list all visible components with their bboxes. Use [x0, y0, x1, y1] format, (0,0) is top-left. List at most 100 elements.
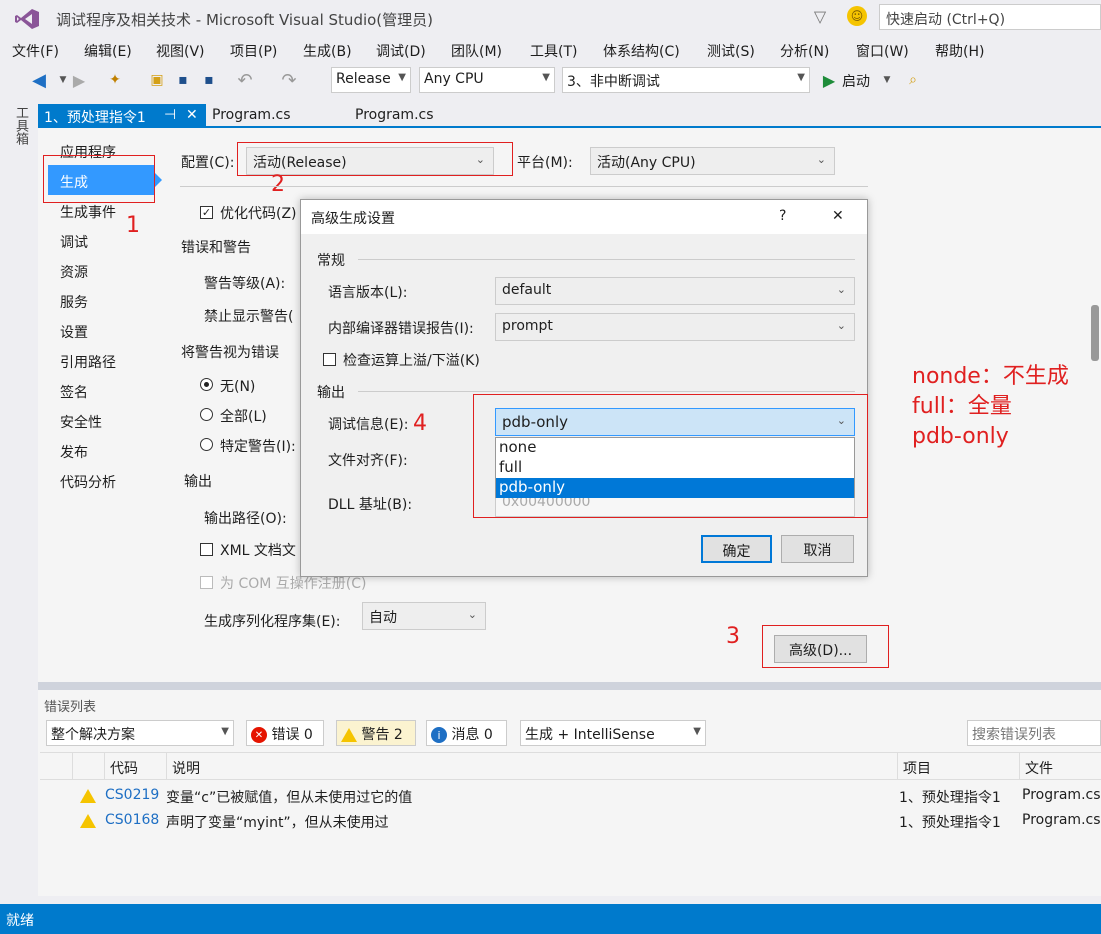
- row-project: 1、预处理指令1: [899, 790, 1001, 806]
- column-separator: [1019, 753, 1020, 779]
- status-text: 就绪: [6, 913, 34, 929]
- row-code-link[interactable]: CS0168: [105, 812, 159, 828]
- advanced-build-settings-dialog: [300, 199, 868, 577]
- dialog-help-button[interactable]: ?: [779, 208, 786, 224]
- treat-warnings-section-title: 将警告视为错误: [181, 345, 279, 361]
- save-all-icon[interactable]: ▪: [198, 69, 220, 91]
- error-scope-select[interactable]: 整个解决方案 ▼: [46, 720, 234, 746]
- tab-program-cs-1[interactable]: Program.cs: [212, 107, 291, 123]
- start-dropdown-icon[interactable]: ▼: [876, 69, 898, 91]
- tab-program-cs-2[interactable]: Program.cs: [355, 107, 434, 123]
- column-header-file[interactable]: 文件: [1025, 758, 1053, 778]
- close-icon[interactable]: ✕: [186, 107, 198, 123]
- solution-config-select[interactable]: Release ▼: [331, 67, 411, 93]
- save-icon[interactable]: ▪: [172, 69, 194, 91]
- menu-view[interactable]: 视图(V): [156, 41, 205, 61]
- quick-launch-input[interactable]: 快速启动 (Ctrl+Q): [879, 4, 1101, 30]
- column-header-description[interactable]: 说明: [172, 758, 200, 778]
- error-source-select[interactable]: 生成 + IntelliSense ▼: [520, 720, 706, 746]
- warnings-filter-button[interactable]: 警告 2: [336, 720, 416, 746]
- error-search-input[interactable]: 搜索错误列表: [967, 720, 1101, 746]
- menu-edit[interactable]: 编辑(E): [84, 41, 132, 61]
- xml-doc-checkbox[interactable]: [200, 543, 213, 556]
- menu-test[interactable]: 测试(S): [707, 41, 755, 61]
- annotation-box-4: [473, 394, 868, 518]
- find-icon[interactable]: ⌕: [902, 69, 924, 91]
- radio-none[interactable]: [200, 378, 213, 391]
- undo-icon[interactable]: ↶: [234, 69, 256, 91]
- radio-all[interactable]: [200, 408, 213, 421]
- menu-analyze[interactable]: 分析(N): [780, 41, 829, 61]
- nav-publish[interactable]: 发布: [60, 442, 88, 462]
- startup-project-select[interactable]: 3、非中断调试 ▼: [562, 67, 810, 93]
- nav-build-events[interactable]: 生成事件: [60, 202, 116, 222]
- annotation-number-3: 3: [726, 624, 740, 649]
- annotation-note-none: nonde：不生成: [912, 364, 1069, 389]
- feedback-smiley-icon[interactable]: ☺: [847, 6, 867, 26]
- menu-file[interactable]: 文件(F): [12, 41, 59, 61]
- dialog-cancel-button[interactable]: 取消: [781, 535, 854, 563]
- serialization-select[interactable]: 自动 ⌄: [362, 602, 486, 630]
- ice-report-select[interactable]: prompt ⌄: [495, 313, 855, 341]
- tab-project-properties[interactable]: 1、预处理指令1 ⊣ ✕: [38, 104, 206, 128]
- open-file-icon[interactable]: ▣: [146, 69, 168, 91]
- page-scrollbar-thumb[interactable]: [1091, 305, 1099, 361]
- pin-icon[interactable]: ⊣: [164, 107, 176, 123]
- language-version-select[interactable]: default ⌄: [495, 277, 855, 305]
- errors-filter-button[interactable]: ✕ 错误 0: [246, 720, 324, 746]
- menu-architecture[interactable]: 体系结构(C): [603, 41, 680, 61]
- overflow-checkbox[interactable]: [323, 353, 336, 366]
- error-icon: ✕: [251, 727, 267, 743]
- chevron-down-icon: ▼: [542, 72, 550, 83]
- menu-build[interactable]: 生成(B): [303, 41, 352, 61]
- nav-resources[interactable]: 资源: [60, 262, 88, 282]
- new-project-icon[interactable]: ✦: [104, 69, 126, 91]
- nav-security[interactable]: 安全性: [60, 412, 102, 432]
- solution-config-value: Release: [336, 71, 391, 87]
- errors-section-title: 错误和警告: [181, 240, 251, 256]
- column-header-code[interactable]: 代码: [110, 758, 138, 778]
- warning-icon: [341, 728, 357, 742]
- menu-project[interactable]: 项目(P): [230, 41, 277, 61]
- nav-code-analysis[interactable]: 代码分析: [60, 472, 116, 492]
- nav-services[interactable]: 服务: [60, 292, 88, 312]
- start-button[interactable]: 启动: [842, 71, 870, 91]
- window-title: 调试程序及相关技术 - Microsoft Visual Studio(管理员): [56, 11, 434, 29]
- start-icon[interactable]: ▶: [818, 69, 840, 91]
- dialog-ok-button[interactable]: 确定: [701, 535, 772, 563]
- nav-debug[interactable]: 调试: [60, 232, 88, 252]
- language-version-label: 语言版本(L):: [328, 285, 408, 301]
- column-header-project[interactable]: 项目: [903, 758, 931, 778]
- annotation-box-1: [43, 155, 155, 203]
- chevron-down-icon: ▼: [221, 726, 229, 737]
- menu-help[interactable]: 帮助(H): [935, 41, 984, 61]
- platform-select[interactable]: 活动(Any CPU) ⌄: [590, 147, 835, 175]
- optimize-checkbox[interactable]: ✓: [200, 206, 213, 219]
- nav-reference-paths[interactable]: 引用路径: [60, 352, 116, 372]
- messages-filter-button[interactable]: i 消息 0: [426, 720, 507, 746]
- output-path-label: 输出路径(O):: [204, 511, 287, 527]
- toolbox-tab[interactable]: 工具箱: [12, 106, 28, 145]
- nav-settings[interactable]: 设置: [60, 322, 88, 342]
- error-list-splitter[interactable]: [38, 682, 1101, 690]
- platform-value: 活动(Any CPU): [597, 155, 696, 171]
- redo-icon[interactable]: ↷: [278, 69, 300, 91]
- dialog-close-button[interactable]: ✕: [832, 208, 844, 224]
- annotation-number-2: 2: [271, 172, 285, 197]
- filter-icon[interactable]: ▽: [810, 6, 830, 26]
- column-separator: [897, 753, 898, 779]
- back-icon[interactable]: ◀: [28, 69, 50, 91]
- menu-tools[interactable]: 工具(T): [530, 41, 577, 61]
- radio-specific[interactable]: [200, 438, 213, 451]
- menu-team[interactable]: 团队(M): [451, 41, 502, 61]
- menu-debug[interactable]: 调试(D): [376, 41, 426, 61]
- toolbox-strip: [0, 100, 38, 900]
- dialog-output-section: 输出: [317, 385, 345, 401]
- forward-icon[interactable]: ▶: [68, 69, 90, 91]
- output-section-title: 输出: [184, 474, 212, 490]
- nav-signing[interactable]: 签名: [60, 382, 88, 402]
- row-code-link[interactable]: CS0219: [105, 787, 159, 803]
- solution-platform-select[interactable]: Any CPU ▼: [419, 67, 555, 93]
- menu-window[interactable]: 窗口(W): [856, 41, 909, 61]
- errors-count: 错误 0: [271, 727, 313, 743]
